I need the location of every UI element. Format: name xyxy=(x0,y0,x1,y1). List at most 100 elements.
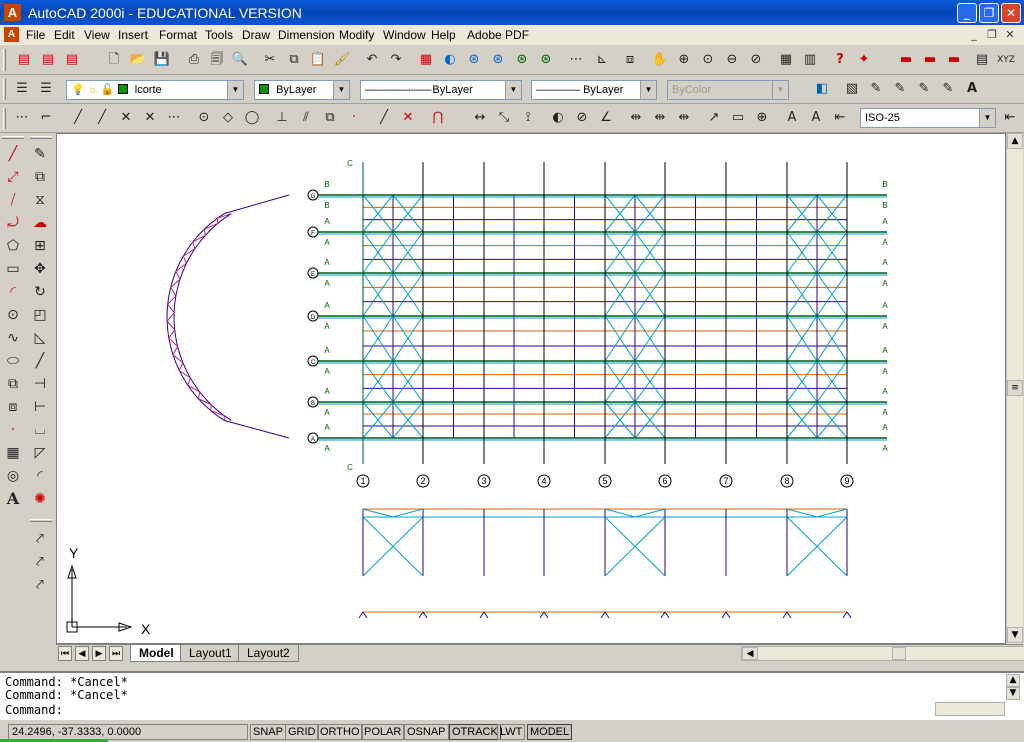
drawing-area[interactable]: GFEDCBABBBBAAAAAAAAAAAAAAAAAAAAAAAACC123… xyxy=(56,133,1006,644)
snap-from-icon[interactable]: ⌐ xyxy=(36,108,56,128)
doc-close-button[interactable]: ✕ xyxy=(1003,28,1017,41)
next-tab-button[interactable]: ▶ xyxy=(92,646,106,661)
snap-parallel-icon[interactable]: ⫽ xyxy=(296,108,316,128)
layer-tool-1-icon[interactable]: ▬ xyxy=(896,50,916,70)
array-icon[interactable]: ⊞ xyxy=(30,236,50,256)
dim-text-edit-icon[interactable]: A xyxy=(806,108,826,128)
tracking-icon[interactable]: ⋯ xyxy=(566,50,586,70)
new-file-icon[interactable]: 🗋 xyxy=(104,50,124,70)
dim-aligned-icon[interactable]: ⤡ xyxy=(494,108,514,128)
break-icon[interactable]: ⌴ xyxy=(30,420,50,440)
redo-icon[interactable]: ↷ xyxy=(386,50,406,70)
dim-edit-icon[interactable]: A xyxy=(782,108,802,128)
chamfer-icon[interactable]: ◸ xyxy=(30,443,50,463)
fillet-icon[interactable]: ◜ xyxy=(30,466,50,486)
new-sheet-icon[interactable]: ▤ xyxy=(14,50,34,70)
save-icon[interactable]: 💾 xyxy=(152,50,172,70)
last-tab-button[interactable]: ⏭ xyxy=(109,646,123,661)
menu-draw[interactable]: Draw xyxy=(242,28,270,42)
snap-tangent-icon[interactable]: ◯ xyxy=(242,108,262,128)
move-icon[interactable]: ✥ xyxy=(30,259,50,279)
point-icon[interactable]: · xyxy=(3,420,23,440)
today-icon[interactable]: ◐ xyxy=(440,50,460,70)
toolbar-grip[interactable] xyxy=(3,108,6,129)
dimstyle-dropdown[interactable]: ISO-25 ▼ xyxy=(860,108,996,128)
copy-object-icon[interactable]: ⧉ xyxy=(30,167,50,187)
express-tools-icon[interactable]: ✦ xyxy=(854,50,874,70)
cmd-scroll-up-button[interactable]: ▲ xyxy=(1006,674,1020,687)
autocad-app-icon[interactable]: A xyxy=(4,4,21,21)
ellipse-icon[interactable]: ⬭ xyxy=(3,351,23,371)
ucs-icon[interactable]: ⊾ xyxy=(592,50,612,70)
layer-tool-3-icon[interactable]: ▬ xyxy=(944,50,964,70)
design-center-icon[interactable]: ▥ xyxy=(800,50,820,70)
chevron-down-icon[interactable]: ▼ xyxy=(979,109,995,127)
tab-layout1[interactable]: Layout1 xyxy=(180,645,241,662)
multiline-icon[interactable]: ⧸ xyxy=(3,190,23,210)
menu-insert[interactable]: Insert xyxy=(118,28,148,42)
model-space-canvas[interactable]: GFEDCBABBBBAAAAAAAAAAAAAAAAAAAAAAAACC1 2 3… xyxy=(57,134,1005,643)
rectangle-icon[interactable]: ▭ xyxy=(3,259,23,279)
modify-ii-b-icon[interactable]: ⤤ xyxy=(30,552,50,572)
zoom-extents-icon[interactable]: ⊘ xyxy=(746,50,766,70)
menu-dimension[interactable]: Dimension xyxy=(278,28,335,42)
toolbar-grip[interactable] xyxy=(2,136,24,139)
menu-view[interactable]: View xyxy=(84,28,110,42)
text-tool-icon[interactable]: ▤ xyxy=(972,50,992,70)
snap-center-icon[interactable]: ⊙ xyxy=(194,108,214,128)
restore-button[interactable]: ❐ xyxy=(979,3,999,23)
vertical-scroll-thumb[interactable]: ≡ xyxy=(1007,380,1023,396)
sheet-set-icon[interactable]: ▤ xyxy=(62,50,82,70)
coordinate-display[interactable]: 24.2496, -37.3333, 0.0000 xyxy=(8,724,248,740)
insert-block-icon[interactable]: ⧉ xyxy=(3,374,23,394)
snap-toggle[interactable]: SNAP xyxy=(250,724,286,740)
zoom-previous-icon[interactable]: ⊖ xyxy=(722,50,742,70)
lengthen-icon[interactable]: ╱ xyxy=(30,351,50,371)
copy-icon[interactable]: ⧉ xyxy=(284,50,304,70)
xyz-tool-icon[interactable]: XYZ xyxy=(996,50,1016,70)
sheet-icon[interactable]: ▤ xyxy=(38,50,58,70)
snap-midpoint-icon[interactable]: ╱ xyxy=(92,108,112,128)
zoom-realtime-icon[interactable]: ⊕ xyxy=(674,50,694,70)
layer-dropdown[interactable]: 💡 ☼ 🔓 lcorte ▼ xyxy=(66,80,244,100)
first-tab-button[interactable]: ⏮ xyxy=(58,646,72,661)
dim-update-icon[interactable]: ⇤ xyxy=(830,108,850,128)
menu-edit[interactable]: Edit xyxy=(54,28,75,42)
color-dropdown[interactable]: ByLayer ▼ xyxy=(254,80,350,100)
print-preview-icon[interactable]: 🗐 xyxy=(207,50,227,70)
doc-minimize-button[interactable]: _ xyxy=(967,28,981,41)
properties-icon[interactable]: ▦ xyxy=(776,50,796,70)
trim-icon[interactable]: ⊣ xyxy=(30,374,50,394)
dim-angular-icon[interactable]: ∠ xyxy=(596,108,616,128)
snap-endpoint-icon[interactable]: ╱ xyxy=(68,108,88,128)
snap-quadrant-icon[interactable]: ◇ xyxy=(218,108,238,128)
arc-icon[interactable]: ◜ xyxy=(3,282,23,302)
dim-linear-icon[interactable]: ↔ xyxy=(470,108,490,128)
layer-tool-f-icon[interactable]: ✎ xyxy=(938,79,958,99)
snap-insert-icon[interactable]: ⧉ xyxy=(320,108,340,128)
layer-tool-b-icon[interactable]: ▧ xyxy=(842,79,862,99)
print-icon[interactable]: ⎙ xyxy=(184,50,204,70)
open-file-icon[interactable]: 📂 xyxy=(128,50,148,70)
layer-tool-a-icon[interactable]: ◧ xyxy=(812,79,832,99)
modify-ii-a-icon[interactable]: ⤤ xyxy=(30,529,50,549)
modify-ii-c-icon[interactable]: ⤤ xyxy=(30,575,50,595)
explode-icon[interactable]: ✺ xyxy=(30,489,50,509)
polyline-icon[interactable]: ⤾ xyxy=(3,213,23,233)
layer-tool-c-icon[interactable]: ✎ xyxy=(866,79,886,99)
menu-tools[interactable]: Tools xyxy=(205,28,233,42)
grid-toggle[interactable]: GRID xyxy=(285,724,319,740)
web-publish-icon[interactable]: ⊛ xyxy=(536,50,556,70)
quick-leader-icon[interactable]: ↗ xyxy=(704,108,724,128)
construction-line-icon[interactable]: ⤢ xyxy=(3,167,23,187)
linetype-dropdown[interactable]: ——·——·—— ByLayer ▼ xyxy=(360,80,522,100)
multiline-text-icon[interactable]: A xyxy=(3,489,23,509)
meet-now-icon[interactable]: ⊛ xyxy=(488,50,508,70)
dim-baseline-icon[interactable]: ⇹ xyxy=(650,108,670,128)
layer-tool-2-icon[interactable]: ▬ xyxy=(920,50,940,70)
ortho-toggle[interactable]: ORTHO xyxy=(317,724,363,740)
chevron-down-icon[interactable]: ▼ xyxy=(333,81,349,99)
extend-icon[interactable]: ⊢ xyxy=(30,397,50,417)
pan-realtime-icon[interactable]: ✋ xyxy=(650,50,670,70)
circle-icon[interactable]: ⊙ xyxy=(3,305,23,325)
